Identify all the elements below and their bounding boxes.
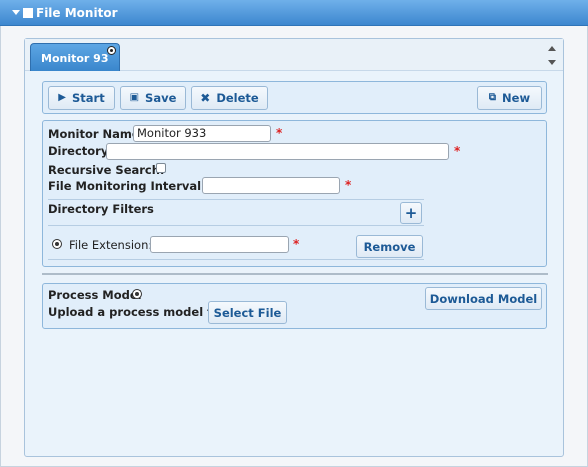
save-button-label: Save	[145, 91, 177, 105]
select-file-button[interactable]: Select File	[208, 301, 287, 324]
directory-label: Directory:	[48, 144, 113, 158]
recursive-search-checkbox[interactable]	[156, 163, 166, 173]
disk-icon: ▣	[129, 92, 140, 103]
required-marker: *	[345, 178, 352, 192]
divider	[48, 199, 424, 200]
delete-button[interactable]: ✖ Delete	[191, 86, 268, 110]
process-model-label: Process Model	[48, 288, 142, 302]
upload-process-model-label: Upload a process model file:	[48, 305, 233, 319]
monitor-name-input[interactable]: Monitor 933	[133, 125, 271, 142]
monitor-form-panel: Monitor Name: Monitor 933 * Directory: *…	[42, 120, 547, 267]
process-model-radio-icon[interactable]	[132, 289, 142, 299]
directory-input[interactable]	[106, 143, 449, 160]
file-extension-input[interactable]	[150, 236, 289, 253]
start-button[interactable]: ▶ Start	[48, 86, 115, 110]
recursive-search-label: Recursive Search:	[48, 163, 165, 177]
delete-button-label: Delete	[216, 91, 259, 105]
new-window-icon: ⧉	[488, 92, 497, 103]
window-box-icon	[23, 8, 33, 18]
window-titlebar[interactable]: File Monitor	[0, 0, 588, 26]
toolbar-panel: ▶ Start ▣ Save ✖ Delete ⧉ New	[42, 81, 547, 114]
select-file-button-label: Select File	[213, 305, 282, 320]
tab-strip: Monitor 93	[25, 39, 563, 71]
required-marker: *	[293, 237, 300, 251]
remove-filter-button[interactable]: Remove	[356, 235, 423, 258]
download-model-button[interactable]: Download Model	[425, 287, 542, 310]
scroll-up-arrow-icon[interactable]	[548, 46, 556, 51]
play-icon: ▶	[58, 92, 66, 103]
add-filter-button[interactable]: +	[400, 202, 422, 224]
new-button-label: New	[502, 91, 531, 105]
scroll-down-arrow-icon[interactable]	[548, 60, 556, 65]
file-extension-label: File Extension:	[69, 238, 153, 252]
process-model-panel: Process Model Upload a process model fil…	[42, 283, 547, 329]
divider	[48, 259, 424, 260]
plus-icon: +	[404, 204, 418, 222]
tab-label: Monitor 93	[41, 52, 109, 65]
x-icon: ✖	[200, 91, 211, 105]
required-marker: *	[276, 126, 283, 140]
directory-filters-heading: Directory Filters	[48, 202, 154, 216]
download-model-button-label: Download Model	[429, 291, 538, 306]
window-title: File Monitor	[36, 6, 118, 20]
collapse-triangle-icon[interactable]	[12, 10, 20, 15]
section-separator	[42, 273, 548, 275]
remove-button-label: Remove	[363, 239, 416, 254]
monitor-name-label: Monitor Name:	[48, 127, 145, 141]
monitor-frame: Monitor 93 ▶ Start ▣ Save ✖ Delete ⧉ New…	[24, 38, 564, 457]
save-button[interactable]: ▣ Save	[120, 86, 186, 110]
tab-close-icon[interactable]	[107, 46, 116, 55]
divider	[48, 225, 424, 226]
tab-monitor[interactable]: Monitor 93	[30, 43, 120, 71]
file-extension-radio[interactable]	[52, 239, 62, 249]
new-button[interactable]: ⧉ New	[477, 86, 542, 110]
required-marker: *	[454, 144, 461, 158]
interval-input[interactable]	[202, 177, 340, 194]
start-button-label: Start	[71, 91, 105, 105]
interval-label: File Monitoring Interval (s):	[48, 179, 228, 193]
